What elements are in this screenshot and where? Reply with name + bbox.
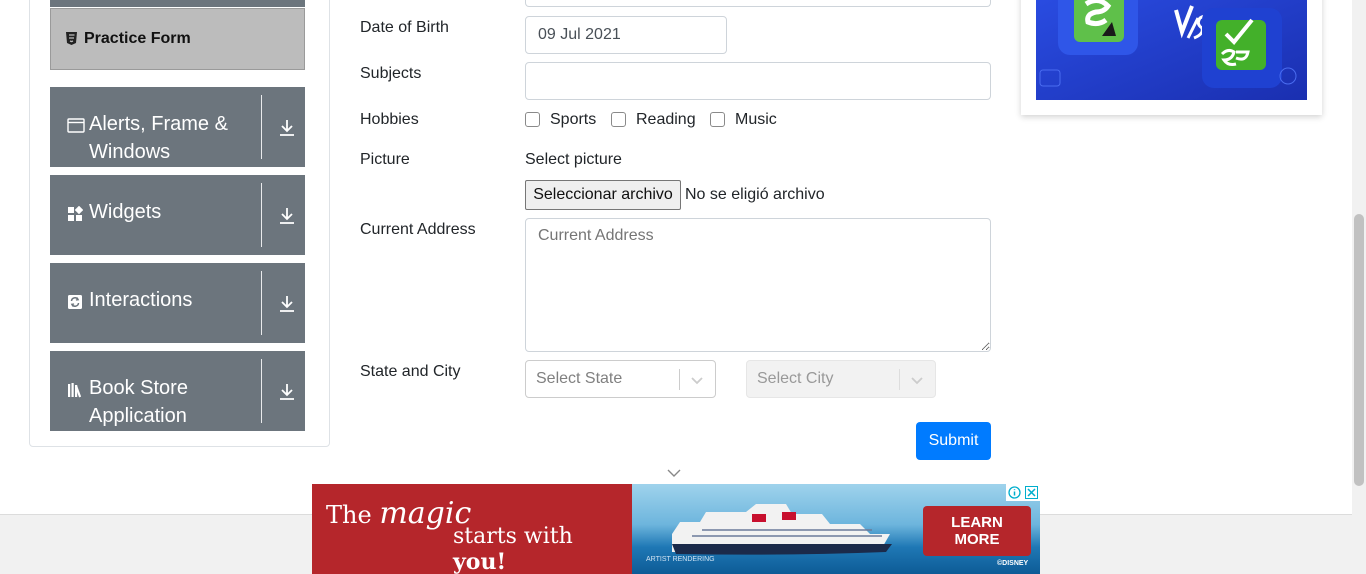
group-divider	[261, 271, 262, 335]
select-separator	[679, 369, 680, 390]
group-divider	[261, 183, 262, 247]
interactions-icon	[68, 295, 82, 309]
books-icon	[68, 383, 82, 398]
hobbies-label: Hobbies	[360, 111, 419, 128]
state-city-label: State and City	[360, 363, 461, 380]
city-select[interactable]: Select City	[746, 360, 936, 398]
subjects-input[interactable]	[525, 62, 991, 100]
ad-info-icon[interactable]	[1008, 486, 1021, 499]
sidebar-group-interactions[interactable]: Interactions	[50, 263, 305, 343]
sidebar-previous-group-edge	[50, 0, 305, 7]
sidebar-group-label: Alerts, Frame & Windows	[89, 113, 228, 163]
hobby-sports-checkbox[interactable]	[525, 112, 540, 127]
sidebar-group-label: Widgets	[89, 201, 162, 223]
ad-headline-line1: The magic	[326, 496, 472, 531]
ad-headline-line2: starts with you!	[453, 524, 573, 574]
sidebar-group-label: Interactions	[89, 289, 193, 311]
download-arrow-icon[interactable]	[278, 383, 296, 401]
ad-close-icon[interactable]	[1025, 486, 1038, 499]
group-divider	[261, 359, 262, 423]
ad-caption-right: ©DISNEY	[997, 560, 1029, 567]
subjects-label: Subjects	[360, 65, 422, 82]
dob-value: 09 Jul 2021	[538, 26, 621, 43]
sidebar-item-label: Practice Form	[84, 30, 191, 47]
chevron-down-icon	[691, 377, 703, 385]
select-picture-text: Select picture	[525, 151, 622, 168]
ad-caption-left: ARTIST RENDERING	[646, 556, 715, 563]
side-ad-card[interactable]	[1021, 0, 1322, 115]
dob-label: Date of Birth	[360, 19, 449, 36]
html5-icon	[66, 32, 77, 45]
hobby-music-checkbox[interactable]	[710, 112, 725, 127]
ad-banner-image[interactable]	[1036, 0, 1307, 100]
download-arrow-icon[interactable]	[278, 119, 296, 137]
window-icon	[67, 118, 85, 133]
scrollbar-thumb[interactable]	[1354, 214, 1364, 486]
learn-more-button[interactable]: LEARN MORE	[923, 506, 1031, 556]
sidebar-group-book-store[interactable]: Book Store Application	[50, 351, 305, 431]
picture-label: Picture	[360, 151, 410, 168]
select-separator	[899, 369, 900, 390]
mobile-input-partial[interactable]	[525, 0, 991, 7]
chevron-down-icon	[911, 377, 923, 385]
choose-file-button[interactable]: Seleccionar archivo	[525, 180, 681, 210]
submit-button[interactable]: Submit	[916, 422, 991, 460]
state-select[interactable]: Select State	[525, 360, 716, 398]
sidebar-group-alerts-frame-windows[interactable]: Alerts, Frame & Windows	[50, 87, 305, 167]
hobby-reading-checkbox[interactable]	[611, 112, 626, 127]
dob-input[interactable]: 09 Jul 2021	[525, 16, 727, 54]
hobby-reading-label[interactable]: Reading	[636, 111, 696, 129]
current-address-label: Current Address	[360, 221, 476, 238]
sidebar-group-label: Book Store Application	[89, 377, 188, 427]
ad-text-panel: The magic starts with you!	[312, 484, 632, 574]
sidebar-group-widgets[interactable]: Widgets	[50, 175, 305, 255]
download-arrow-icon[interactable]	[278, 207, 296, 225]
widgets-icon	[68, 206, 83, 221]
chevron-down-icon[interactable]	[666, 468, 682, 478]
sidebar-item-practice-form[interactable]: Practice Form	[50, 8, 305, 70]
file-status-text: No se eligió archivo	[685, 186, 825, 203]
download-arrow-icon[interactable]	[278, 295, 296, 313]
bottom-ad-banner[interactable]: The magic starts with you! ARTIST RENDER…	[312, 484, 1040, 574]
ad-choices-box	[1006, 484, 1040, 501]
current-address-textarea[interactable]	[525, 218, 991, 352]
city-placeholder: Select City	[757, 370, 834, 387]
group-divider	[261, 95, 262, 159]
state-placeholder: Select State	[536, 370, 623, 387]
hobby-music-label[interactable]: Music	[735, 111, 777, 129]
hobby-sports-label[interactable]: Sports	[550, 111, 596, 129]
